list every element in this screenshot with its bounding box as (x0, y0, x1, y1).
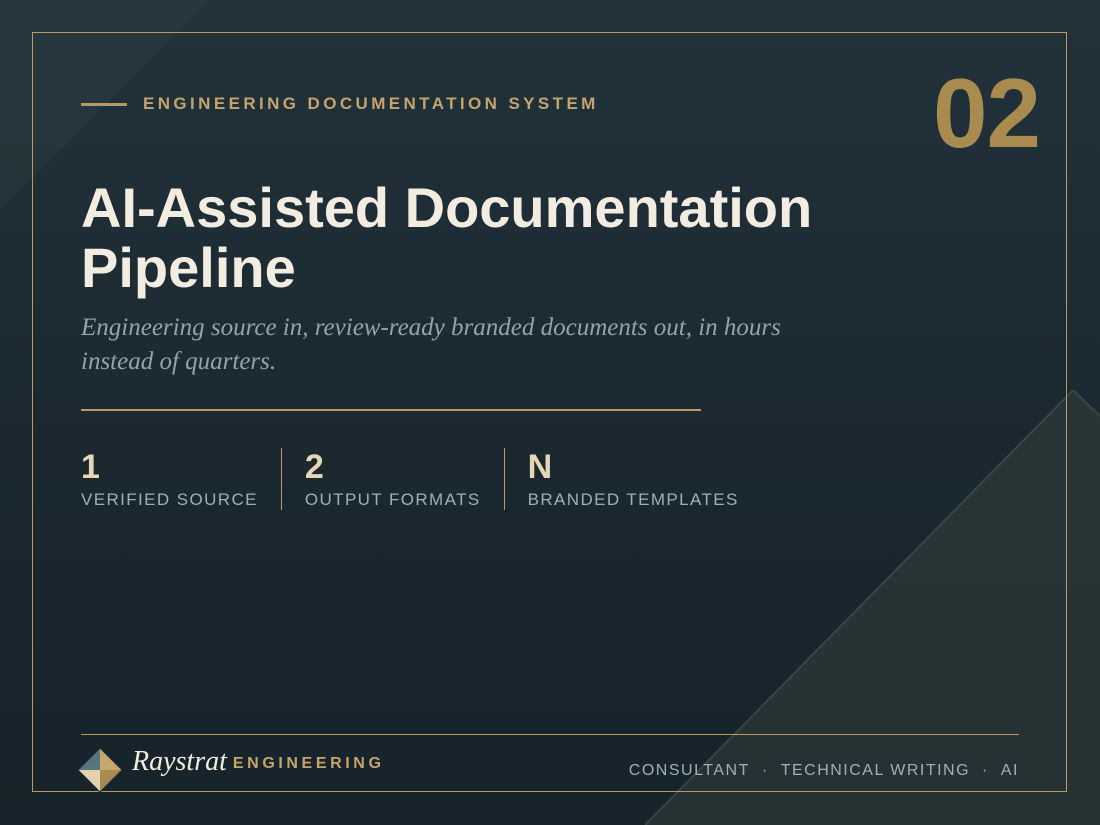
stat-verified-source: 1 VERIFIED SOURCE (81, 448, 281, 510)
footer-tag-separator: · (761, 762, 769, 779)
brand-subtitle: ENGINEERING (232, 755, 385, 772)
brand-name: Raystrat (132, 746, 227, 777)
footer-tag-consultant: CONSULTANT (628, 762, 750, 779)
stat-value: 1 (81, 448, 100, 486)
eyebrow-rule (81, 102, 127, 106)
stat-label: BRANDED TEMPLATES (527, 490, 739, 509)
footer-tag-technical-writing: TECHNICAL WRITING (780, 762, 971, 779)
stat-label: VERIFIED SOURCE (81, 490, 258, 509)
slide: ENGINEERING DOCUMENTATION SYSTEM 02 AI-A… (0, 0, 1100, 825)
eyebrow-text: ENGINEERING DOCUMENTATION SYSTEM (143, 94, 599, 113)
stat-label: OUTPUT FORMATS (304, 490, 481, 509)
footer-rule (81, 734, 1019, 735)
stats-row: 1 VERIFIED SOURCE 2 OUTPUT FORMATS N BRA… (81, 448, 739, 510)
stat-output-formats: 2 OUTPUT FORMATS (280, 448, 504, 510)
footer-tag-separator: · (982, 762, 989, 779)
stat-branded-templates: N BRANDED TEMPLATES (503, 448, 739, 510)
stat-value: 2 (304, 448, 324, 486)
page-title: AI-Assisted Documentation Pipeline (81, 176, 813, 299)
footer-tag-ai: AI (1000, 762, 1019, 779)
slide-number: 02 (932, 58, 1041, 168)
section-divider (81, 409, 701, 411)
diamond-logo-icon (77, 747, 123, 793)
eyebrow: ENGINEERING DOCUMENTATION SYSTEM (81, 93, 599, 115)
page-subtitle: Engineering source in, review-ready bran… (81, 314, 781, 375)
brand-logo: Raystrat ENGINEERING (77, 746, 385, 793)
stat-value: N (527, 448, 553, 486)
footer-tags: CONSULTANT · TECHNICAL WRITING · AI (629, 760, 1019, 782)
